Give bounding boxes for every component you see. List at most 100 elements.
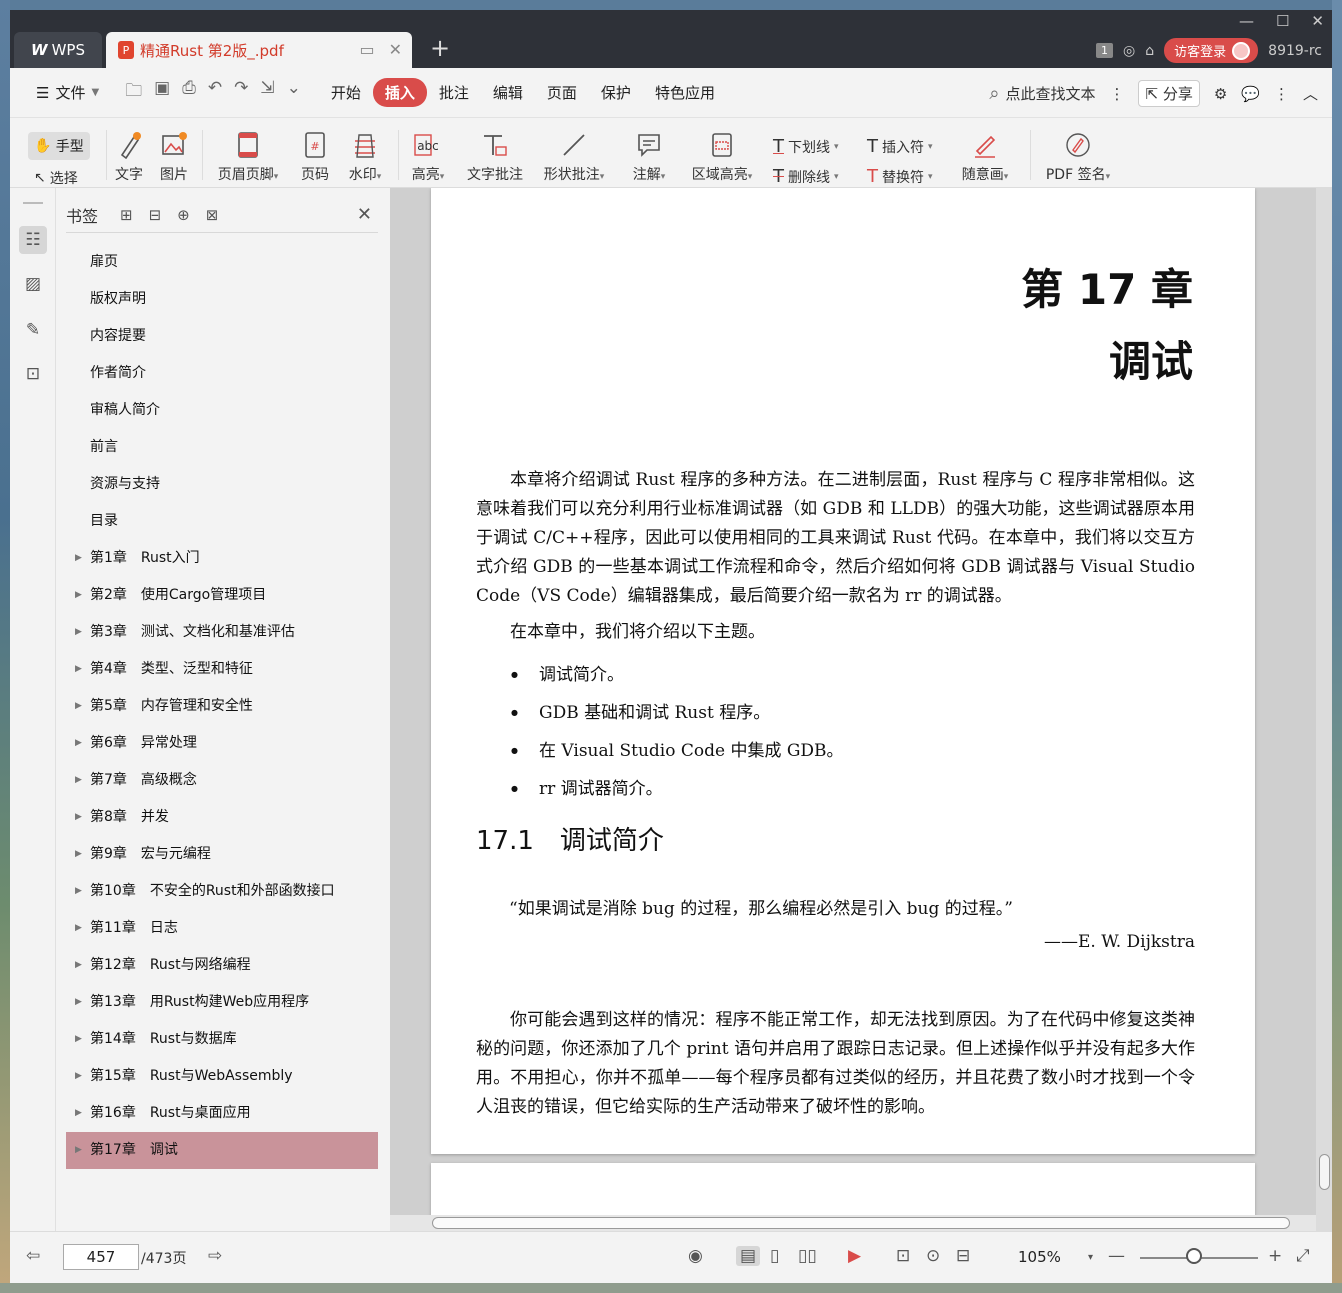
- menu-start[interactable]: 开始: [319, 78, 373, 107]
- next-page-icon[interactable]: ⇨: [208, 1246, 222, 1266]
- expand-arrow-icon[interactable]: ▶: [75, 577, 82, 614]
- monitor-icon[interactable]: ▭: [359, 40, 374, 59]
- expand-arrow-icon[interactable]: ▶: [75, 651, 82, 688]
- save-icon[interactable]: ▣: [154, 78, 170, 107]
- more-dropdown-icon[interactable]: ⌄: [287, 78, 301, 107]
- bookmark-scrollbar[interactable]: [378, 188, 388, 1228]
- shirt-icon[interactable]: ⌂: [1145, 43, 1154, 59]
- expand-all-icon[interactable]: ⊞: [120, 206, 133, 224]
- find-text-button[interactable]: ⌕ 点此查找文本: [989, 83, 1095, 104]
- menu-protect[interactable]: 保护: [589, 78, 643, 107]
- bookmark-item[interactable]: ▶ 第9章 宏与元编程: [66, 836, 378, 873]
- expand-arrow-icon[interactable]: ▶: [75, 836, 82, 873]
- expand-arrow-icon[interactable]: ▶: [75, 1058, 82, 1095]
- window-count-badge[interactable]: 1: [1096, 43, 1114, 58]
- close-tab-icon[interactable]: ✕: [389, 40, 402, 59]
- page-number-button[interactable]: # 页码: [299, 130, 331, 184]
- bookmark-item[interactable]: ▶ 第14章 Rust与数据库: [66, 1021, 378, 1058]
- bookmark-item[interactable]: ▶ 第4章 类型、泛型和特征: [66, 651, 378, 688]
- expand-arrow-icon[interactable]: ▶: [75, 1132, 82, 1169]
- bookmark-panel-icon[interactable]: ☷: [19, 226, 47, 254]
- skin-icon[interactable]: ◎: [1123, 43, 1135, 59]
- hand-tool-button[interactable]: ✋ 手型: [28, 132, 90, 160]
- strikethrough-button[interactable]: T 删除线 ▾: [773, 166, 839, 187]
- expand-arrow-icon[interactable]: ▶: [75, 614, 82, 651]
- actual-size-icon[interactable]: ⊡: [896, 1246, 910, 1266]
- bookmark-item[interactable]: 目录: [66, 503, 378, 540]
- more-vertical-icon[interactable]: ⋮: [1109, 85, 1124, 103]
- minimize-icon[interactable]: —: [1239, 12, 1254, 30]
- pdf-sign-button[interactable]: PDF 签名▾: [1040, 130, 1116, 184]
- annotation-panel-icon[interactable]: ✎: [19, 316, 47, 344]
- text-annotation-button[interactable]: 文字批注: [464, 130, 526, 184]
- zoom-out-icon[interactable]: —: [1108, 1246, 1125, 1266]
- bookmark-item[interactable]: ▶ 第2章 使用Cargo管理项目: [66, 577, 378, 614]
- bookmark-options-icon[interactable]: ⊠: [206, 206, 219, 224]
- bookmark-item[interactable]: 版权声明: [66, 281, 378, 318]
- collapse-all-icon[interactable]: ⊟: [149, 206, 162, 224]
- replace-caret-button[interactable]: T 替换符 ▾: [867, 166, 933, 187]
- open-folder-icon[interactable]: 🗀: [125, 78, 142, 107]
- area-highlight-button[interactable]: 区域高亮▾: [685, 130, 759, 184]
- expand-arrow-icon[interactable]: ▶: [75, 947, 82, 984]
- print-icon[interactable]: ⎙: [182, 78, 196, 107]
- expand-arrow-icon[interactable]: ▶: [75, 1021, 82, 1058]
- maximize-icon[interactable]: ☐: [1276, 12, 1289, 30]
- new-tab-button[interactable]: +: [430, 36, 450, 60]
- comment-icon[interactable]: 💬: [1241, 85, 1260, 103]
- collapse-ribbon-icon[interactable]: ︿: [1303, 83, 1318, 104]
- bookmark-item[interactable]: ▶ 第13章 用Rust构建Web应用程序: [66, 984, 378, 1021]
- expand-arrow-icon[interactable]: ▶: [75, 762, 82, 799]
- wps-home-tab[interactable]: W WPS: [14, 32, 102, 68]
- insert-caret-button[interactable]: T 插入符 ▾: [867, 136, 933, 157]
- bookmark-item[interactable]: 资源与支持: [66, 466, 378, 503]
- continuous-view-icon[interactable]: ▤: [736, 1246, 761, 1266]
- close-window-icon[interactable]: ✕: [1311, 12, 1324, 30]
- zoom-level[interactable]: 105%: [1018, 1248, 1061, 1266]
- thumbnail-image-icon[interactable]: ▨: [19, 270, 47, 298]
- menu-special-apps[interactable]: 特色应用: [643, 78, 727, 107]
- bookmark-item[interactable]: ▶ 第7章 高级概念: [66, 762, 378, 799]
- bookmark-item[interactable]: ▶ 第17章 调试: [66, 1132, 378, 1169]
- bookmark-item[interactable]: ▶ 第11章 日志: [66, 910, 378, 947]
- expand-arrow-icon[interactable]: ▶: [75, 799, 82, 836]
- expand-arrow-icon[interactable]: ▶: [75, 910, 82, 947]
- single-page-icon[interactable]: ▯: [770, 1246, 779, 1266]
- more-options-icon[interactable]: ⋮: [1274, 85, 1289, 103]
- eye-protection-icon[interactable]: ◉: [688, 1246, 703, 1266]
- strip-drag-handle[interactable]: [23, 202, 43, 204]
- two-page-icon[interactable]: ▯▯: [798, 1246, 817, 1266]
- bookmark-item[interactable]: ▶ 第15章 Rust与WebAssembly: [66, 1058, 378, 1095]
- menu-page[interactable]: 页面: [535, 78, 589, 107]
- play-slideshow-icon[interactable]: ▶: [848, 1246, 861, 1266]
- fit-width-icon[interactable]: ⊟: [956, 1246, 970, 1266]
- bookmark-item[interactable]: 审稿人简介: [66, 392, 378, 429]
- zoom-slider-knob[interactable]: [1186, 1248, 1202, 1264]
- bookmark-item[interactable]: 作者简介: [66, 355, 378, 392]
- fit-page-icon[interactable]: ⊙: [926, 1246, 940, 1266]
- horizontal-scroll-thumb[interactable]: [432, 1217, 1290, 1229]
- file-menu[interactable]: ☰ 文件 ▼: [24, 78, 111, 107]
- bookmark-item[interactable]: ▶ 第12章 Rust与网络编程: [66, 947, 378, 984]
- add-bookmark-icon[interactable]: ⊕: [177, 206, 190, 224]
- bookmark-item[interactable]: ▶ 第6章 异常处理: [66, 725, 378, 762]
- bookmark-item[interactable]: ▶ 第8章 并发: [66, 799, 378, 836]
- image-tool-button[interactable]: 图片: [159, 130, 189, 184]
- settings-gear-icon[interactable]: ⚙: [1214, 85, 1227, 103]
- highlight-button[interactable]: abc 高亮▾: [406, 130, 450, 184]
- bookmark-item[interactable]: ▶ 第1章 Rust入门: [66, 540, 378, 577]
- fullscreen-icon[interactable]: ⤢: [1296, 1246, 1310, 1266]
- expand-arrow-icon[interactable]: ▶: [75, 688, 82, 725]
- bookmark-item[interactable]: ▶ 第3章 测试、文档化和基准评估: [66, 614, 378, 651]
- text-tool-button[interactable]: 文字: [114, 130, 144, 184]
- bookmark-item[interactable]: 内容提要: [66, 318, 378, 355]
- share-button[interactable]: ⇱ 分享: [1138, 80, 1200, 107]
- bookmark-item[interactable]: ▶ 第5章 内存管理和安全性: [66, 688, 378, 725]
- zoom-in-icon[interactable]: +: [1268, 1246, 1282, 1266]
- previous-page-icon[interactable]: ⇦: [26, 1246, 40, 1266]
- expand-arrow-icon[interactable]: ▶: [75, 540, 82, 577]
- header-footer-button[interactable]: 页眉页脚▾: [210, 130, 286, 184]
- underline-button[interactable]: T 下划线 ▾: [773, 136, 839, 157]
- undo-icon[interactable]: ↶: [208, 78, 222, 107]
- expand-arrow-icon[interactable]: ▶: [75, 725, 82, 762]
